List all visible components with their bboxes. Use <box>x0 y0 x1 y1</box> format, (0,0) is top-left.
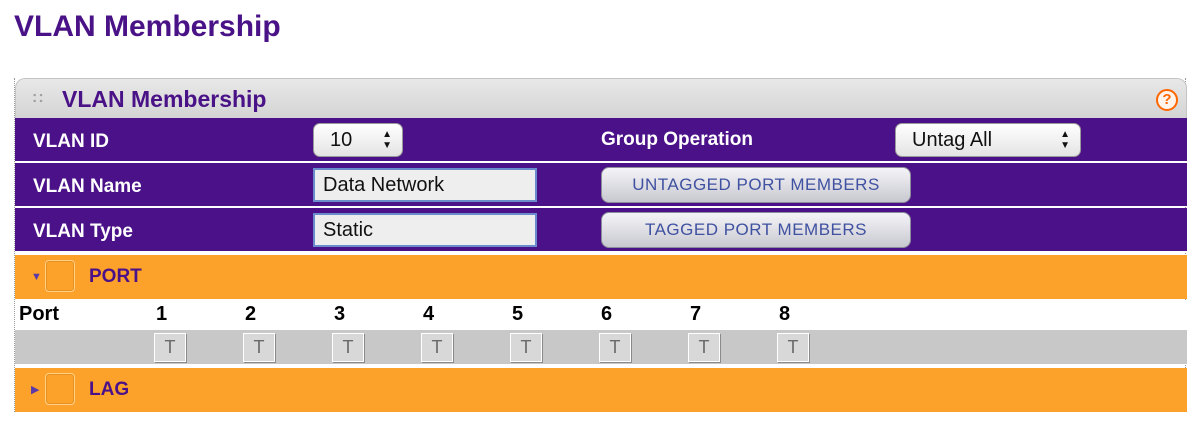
port-tag-toggle[interactable]: T <box>332 333 364 362</box>
port-section-header[interactable]: ▼ PORT <box>15 255 1187 299</box>
port-number: 3 <box>334 303 346 325</box>
port-column-label: Port <box>19 303 59 325</box>
untagged-port-members-button[interactable]: UNTAGGED PORT MEMBERS <box>601 167 911 203</box>
port-tag-toggle[interactable]: T <box>154 333 186 362</box>
vlan-type-label: VLAN Type <box>33 221 133 242</box>
port-number: 6 <box>601 303 613 325</box>
port-tag-toggle[interactable]: T <box>421 333 453 362</box>
port-number: 4 <box>423 303 435 325</box>
tagged-port-members-button[interactable]: TAGGED PORT MEMBERS <box>601 212 911 248</box>
group-operation-value: Untag All <box>912 129 993 151</box>
vlan-name-field[interactable]: Data Network <box>313 168 537 202</box>
port-number: 8 <box>779 303 791 325</box>
select-arrows-icon: ▲ ▼ <box>1060 129 1070 151</box>
vlan-name-label: VLAN Name <box>33 176 142 197</box>
lag-select-all-checkbox[interactable] <box>45 373 75 405</box>
page-title: VLAN Membership <box>14 10 281 43</box>
lag-section-label: LAG <box>89 379 130 400</box>
help-icon[interactable]: ? <box>1156 89 1178 111</box>
panel-title: VLAN Membership <box>62 86 267 112</box>
group-operation-label: Group Operation <box>601 129 753 150</box>
expand-right-icon[interactable]: ▶ <box>31 383 39 396</box>
port-tag-toggle[interactable]: T <box>510 333 542 362</box>
port-tag-toggle[interactable]: T <box>599 333 631 362</box>
vlan-type-row: VLAN Type Static TAGGED PORT MEMBERS <box>15 208 1187 252</box>
port-header-row: Port 1 2 3 4 5 6 7 8 <box>15 300 1187 330</box>
port-number: 1 <box>156 303 168 325</box>
port-tag-row: T T T T T T T T <box>15 330 1187 364</box>
port-tag-toggle[interactable]: T <box>688 333 720 362</box>
vlan-id-label: VLAN ID <box>33 131 109 152</box>
port-tag-toggle[interactable]: T <box>243 333 275 362</box>
port-section-label: PORT <box>89 266 142 287</box>
lag-section-header[interactable]: ▶ LAG <box>15 368 1187 412</box>
port-number: 5 <box>512 303 524 325</box>
port-select-all-checkbox[interactable] <box>45 260 75 292</box>
vlan-id-value: 10 <box>330 129 353 151</box>
vlan-type-field[interactable]: Static <box>313 213 537 247</box>
select-arrows-icon: ▲ ▼ <box>382 129 392 151</box>
port-tag-toggle[interactable]: T <box>777 333 809 362</box>
port-number: 2 <box>245 303 257 325</box>
vlan-membership-panel: :: VLAN Membership ? VLAN ID 10 ▲ ▼ Group… <box>14 78 1187 412</box>
expand-down-icon[interactable]: ▼ <box>31 271 42 283</box>
vlan-name-row: VLAN Name Data Network UNTAGGED PORT MEM… <box>15 163 1187 207</box>
panel-header: :: VLAN Membership ? <box>15 78 1187 118</box>
vlan-id-row: VLAN ID 10 ▲ ▼ Group Operation Untag All … <box>15 118 1187 162</box>
drag-handle-icon[interactable]: :: <box>32 89 45 107</box>
port-number: 7 <box>690 303 702 325</box>
vlan-id-select[interactable]: 10 ▲ ▼ <box>313 123 403 157</box>
group-operation-select[interactable]: Untag All ▲ ▼ <box>895 123 1081 157</box>
